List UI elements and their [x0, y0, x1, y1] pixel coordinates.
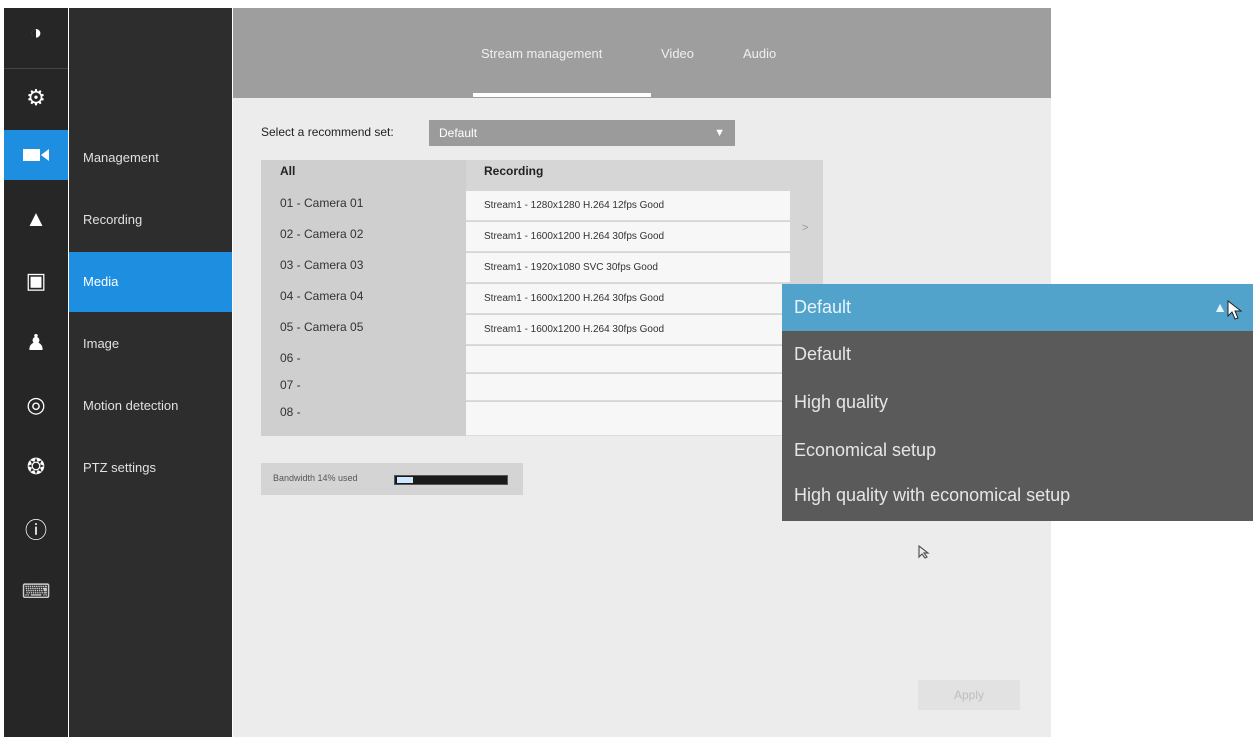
camera-row-02[interactable]: 02 - Camera 02 [280, 219, 363, 249]
chevron-up-icon: ▲ [1213, 299, 1227, 315]
mouse-cursor-icon [1227, 300, 1243, 320]
bandwidth-indicator: Bandwidth 14% used [261, 463, 523, 495]
video-camera-shape [23, 149, 49, 161]
icon-sidebar: ◑ ⚙ ▲ ▣ ♟ ◎ ❂ ⓘ ⌨ [4, 8, 68, 737]
stream-cell-04[interactable]: Stream1 - 1600x1200 H.264 30fps Good [466, 284, 790, 314]
tab-video[interactable]: Video [661, 46, 694, 61]
tab-audio[interactable]: Audio [743, 46, 776, 61]
camera-live-icon-glyph: ◑ [29, 21, 43, 44]
gear-icon[interactable]: ⚙ [4, 73, 68, 123]
subnav-item-motion-detection[interactable]: Motion detection [69, 376, 232, 436]
camera-row-01[interactable]: 01 - Camera 01 [280, 188, 363, 218]
subnav-item-media[interactable]: Media [69, 252, 232, 312]
tab-stream-management[interactable]: Stream management [481, 46, 602, 61]
stream-cell-05[interactable]: Stream1 - 1600x1200 H.264 30fps Good [466, 315, 790, 345]
dropdown-option-economical-setup[interactable]: Economical setup [794, 440, 936, 461]
gear-icon-glyph: ⚙ [26, 85, 46, 110]
bandwidth-fill [397, 477, 413, 483]
alert-icon[interactable]: ▲ [4, 194, 68, 244]
subnav: Management Recording Media Image Motion … [69, 8, 232, 737]
subnav-item-management[interactable]: Management [69, 128, 232, 188]
stream-cell-01[interactable]: Stream1 - 1280x1280 H.264 12fps Good [466, 191, 790, 221]
column-header-recording: Recording [484, 164, 544, 178]
dropdown-selected-label: Default [794, 297, 852, 317]
stream-table: All Recording 01 - Camera 01 02 - Camera… [261, 160, 823, 436]
camera-row-08[interactable]: 08 - [280, 397, 301, 427]
tab-bar: Stream management Video Audio [233, 8, 1051, 98]
stream-cell-03[interactable]: Stream1 - 1920x1080 SVC 30fps Good [466, 253, 790, 283]
user-icon[interactable]: ♟ [4, 318, 68, 368]
camera-live-icon[interactable]: ◑ [4, 8, 68, 58]
dropdown-option-high-quality[interactable]: High quality [794, 392, 888, 413]
bandwidth-bar [394, 475, 508, 485]
stream-cell-08[interactable] [466, 402, 790, 436]
camera-row-07[interactable]: 07 - [280, 370, 301, 400]
camera-row-05[interactable]: 05 - Camera 05 [280, 312, 363, 342]
alert-icon-glyph: ▲ [25, 206, 47, 231]
expand-arrow-icon[interactable]: > [802, 222, 808, 234]
monitor-icon-glyph: ▣ [25, 268, 47, 293]
dropdown-selected-option[interactable]: Default ▲ [782, 284, 1253, 331]
bandwidth-label: Bandwidth 14% used [273, 473, 358, 483]
user-icon-glyph: ♟ [26, 330, 46, 355]
network-icon[interactable]: ❂ [4, 442, 68, 492]
camera-row-06[interactable]: 06 - [280, 343, 301, 373]
recommend-set-label: Select a recommend set: [261, 125, 394, 139]
dropdown-option-high-quality-economical[interactable]: High quality with economical setup [794, 485, 1070, 506]
recommend-set-dropdown: Default ▲ Default High quality Economica… [782, 284, 1253, 521]
stream-cell-07[interactable] [466, 374, 790, 401]
pointer-cursor-icon [918, 545, 930, 559]
storage-icon[interactable]: ◎ [4, 380, 68, 430]
info-icon[interactable]: ⓘ [4, 504, 68, 554]
column-header-all[interactable]: All [280, 160, 295, 182]
keyboard-icon[interactable]: ⌨ [4, 566, 68, 616]
stream-cell-02[interactable]: Stream1 - 1600x1200 H.264 30fps Good [466, 222, 790, 252]
subnav-item-image[interactable]: Image [69, 314, 232, 374]
camera-row-04[interactable]: 04 - Camera 04 [280, 281, 363, 311]
recommend-set-select[interactable]: Default ▼ [429, 120, 735, 146]
chevron-down-icon: ▼ [714, 127, 725, 139]
monitor-icon[interactable]: ▣ [4, 256, 68, 306]
network-icon-glyph: ❂ [26, 454, 46, 479]
recommend-set-value: Default [439, 126, 478, 140]
active-tab-underline [473, 93, 651, 97]
info-icon-glyph: ⓘ [24, 518, 47, 543]
camera-row-03[interactable]: 03 - Camera 03 [280, 250, 363, 280]
video-camera-icon[interactable] [4, 130, 68, 180]
subnav-item-recording[interactable]: Recording [69, 190, 232, 250]
subnav-item-ptz-settings[interactable]: PTZ settings [69, 438, 232, 498]
icon-separator [4, 68, 68, 69]
keyboard-icon-glyph: ⌨ [21, 580, 51, 603]
dropdown-option-default[interactable]: Default [794, 344, 851, 365]
apply-button[interactable]: Apply [918, 680, 1020, 710]
storage-icon-glyph: ◎ [26, 392, 46, 417]
stream-cell-06[interactable] [466, 346, 790, 373]
